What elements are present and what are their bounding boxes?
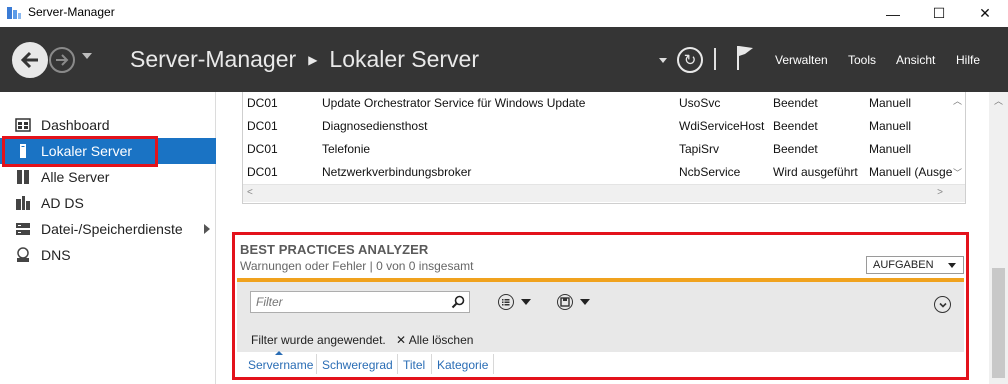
- table-cell-status: Beendet: [773, 142, 818, 156]
- scroll-left-icon[interactable]: <: [247, 187, 253, 198]
- table-cell-display-name: Netzwerkverbindungsbroker: [322, 165, 472, 179]
- table-cell-service-name: NcbService: [679, 165, 741, 179]
- table-cell-service-name: TapiSrv: [679, 142, 720, 156]
- table-row[interactable]: DC01 Netzwerkverbindungsbroker NcbServic…: [243, 161, 953, 184]
- table-cell-start-type: Manuell: [869, 96, 912, 110]
- menu-tools[interactable]: Tools: [848, 53, 876, 67]
- arrow-left-icon: [20, 51, 38, 69]
- sidebar-item-dns[interactable]: DNS: [0, 242, 216, 268]
- breadcrumb-current: Lokaler Server: [329, 46, 479, 72]
- window-titlebar: Server-Manager — ☐ ✕: [0, 0, 1008, 27]
- sidebar-item-label: AD DS: [41, 195, 84, 211]
- forward-button[interactable]: [49, 47, 75, 73]
- table-cell-server: DC01: [247, 119, 278, 133]
- scroll-up-icon[interactable]: ︿: [953, 94, 962, 107]
- main-vertical-scrollbar[interactable]: ︿: [989, 92, 1008, 384]
- table-cell-server: DC01: [247, 165, 278, 179]
- bpa-highlight-frame: [232, 232, 969, 380]
- table-cell-display-name: Telefonie: [322, 142, 371, 156]
- table-row[interactable]: DC01 Update Orchestrator Service für Win…: [243, 92, 949, 115]
- sidebar-item-label: DNS: [41, 247, 71, 263]
- expand-chevron-icon[interactable]: [204, 224, 210, 234]
- menu-hilfe[interactable]: Hilfe: [956, 53, 980, 67]
- header-bar: Server-Manager ▶ Lokaler Server ↻ Verwal…: [0, 27, 1008, 92]
- sidebar-highlight-frame: [2, 136, 158, 167]
- history-dropdown-icon[interactable]: [82, 53, 92, 59]
- table-cell-server: DC01: [247, 96, 278, 110]
- table-cell-display-name: Diagnosediensthost: [322, 119, 428, 133]
- sidebar-item-label: Alle Server: [41, 169, 110, 185]
- server-manager-app-icon: [7, 7, 21, 19]
- breadcrumb-root[interactable]: Server-Manager: [130, 46, 296, 73]
- dashboard-icon: [15, 117, 31, 133]
- ad-ds-icon: [15, 195, 31, 211]
- table-cell-status: Beendet: [773, 119, 818, 133]
- back-button[interactable]: [12, 42, 48, 78]
- breadcrumb: Server-Manager ▶ Lokaler Server: [130, 46, 479, 73]
- table-row[interactable]: DC01 Telefonie TapiSrv Beendet Manuell: [243, 138, 949, 161]
- sidebar-item-ad-ds[interactable]: AD DS: [0, 190, 216, 216]
- minimize-button[interactable]: —: [870, 0, 916, 27]
- notifications-flag-icon[interactable]: [735, 44, 755, 72]
- storage-icon: [15, 221, 31, 237]
- table-cell-status: Wird ausgeführt: [773, 165, 858, 179]
- servers-icon: [15, 169, 31, 185]
- maximize-button[interactable]: ☐: [916, 0, 962, 27]
- sidebar-item-datei-speicherdienste[interactable]: Datei-/Speicherdienste: [0, 216, 216, 242]
- sidebar-item-alle-server[interactable]: Alle Server: [0, 164, 216, 190]
- table-cell-start-type: Manuell (Ausge: [869, 165, 953, 179]
- table-cell-server: DC01: [247, 142, 278, 156]
- table-cell-start-type: Manuell: [869, 142, 912, 156]
- sidebar-item-label: Datei-/Speicherdienste: [41, 221, 183, 237]
- sidebar-item-label: Dashboard: [41, 117, 110, 133]
- dns-icon: [15, 247, 31, 263]
- breadcrumb-dropdown-icon[interactable]: [659, 58, 667, 63]
- menu-verwalten[interactable]: Verwalten: [775, 53, 828, 67]
- horizontal-scrollbar[interactable]: < >: [243, 184, 965, 202]
- table-cell-service-name: UsoSvc: [679, 96, 721, 110]
- table-row[interactable]: DC01 Diagnosediensthost WdiServiceHost B…: [243, 115, 949, 138]
- table-cell-service-name: WdiServiceHost: [679, 119, 765, 133]
- header-divider: [714, 48, 716, 70]
- table-cell-start-type: Manuell: [869, 119, 912, 133]
- breadcrumb-separator-icon: ▶: [308, 52, 318, 67]
- services-table: DC01 Update Orchestrator Service für Win…: [242, 92, 966, 204]
- close-button[interactable]: ✕: [962, 0, 1008, 27]
- arrow-right-icon: [56, 54, 69, 66]
- menu-ansicht[interactable]: Ansicht: [896, 53, 935, 67]
- table-cell-status: Beendet: [773, 96, 818, 110]
- table-cell-display-name: Update Orchestrator Service für Windows …: [322, 96, 586, 110]
- sidebar-item-dashboard[interactable]: Dashboard: [0, 112, 216, 138]
- scroll-right-icon[interactable]: >: [937, 187, 943, 198]
- refresh-button[interactable]: ↻: [677, 47, 703, 73]
- scrollbar-thumb[interactable]: [992, 268, 1005, 378]
- scroll-down-icon[interactable]: ﹀: [953, 166, 962, 179]
- window-title: Server-Manager: [28, 5, 115, 19]
- scroll-up-icon[interactable]: ︿: [994, 94, 1003, 107]
